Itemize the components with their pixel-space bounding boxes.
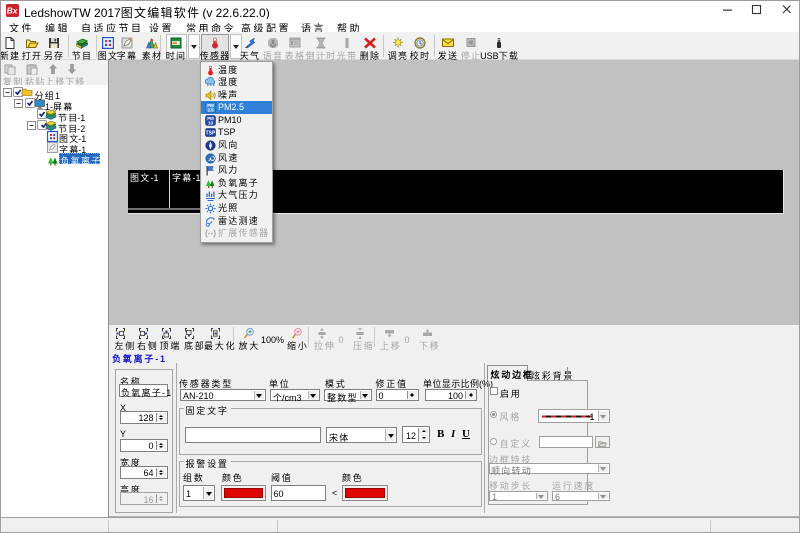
svg-text:TSP: TSP bbox=[206, 131, 216, 137]
svg-text:2.5: 2.5 bbox=[207, 108, 214, 113]
svg-text:Bx: Bx bbox=[7, 6, 19, 16]
svg-text:10: 10 bbox=[208, 120, 213, 125]
